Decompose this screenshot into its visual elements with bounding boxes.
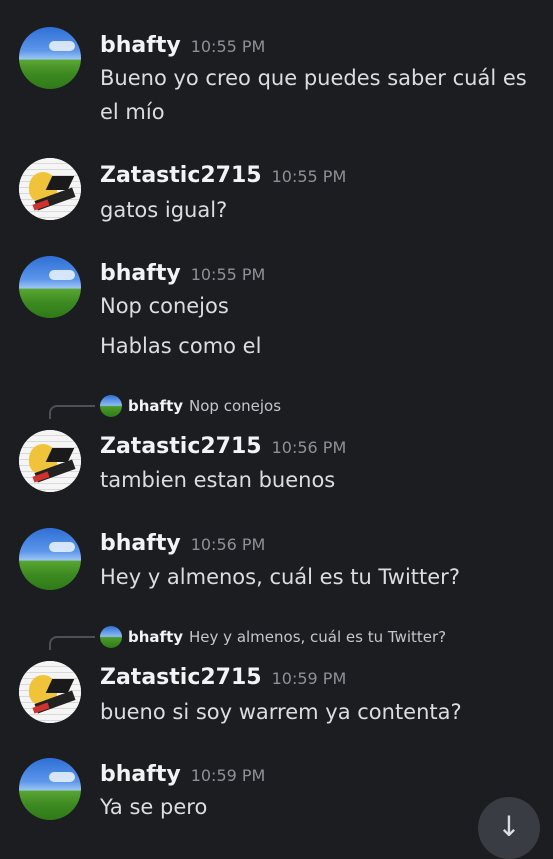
message-text: Ya se pero: [100, 795, 208, 819]
username[interactable]: Zatastic2715: [100, 665, 262, 690]
avatar[interactable]: [19, 758, 81, 820]
timestamp: 10:55 PM: [190, 37, 266, 56]
message-text: Hablas como el: [100, 334, 262, 358]
reply-author: bhafty: [128, 628, 184, 646]
message-text: Hey y almenos, cuál es tu Twitter?: [100, 565, 460, 589]
username[interactable]: bhafty: [100, 33, 181, 58]
message-text: tambien estan buenos: [100, 468, 336, 492]
message-text: el mío: [100, 100, 165, 124]
avatar[interactable]: [19, 661, 81, 723]
avatar[interactable]: [19, 430, 81, 492]
avatar[interactable]: [19, 27, 81, 89]
timestamp: 10:56 PM: [190, 535, 266, 554]
message-text: bueno si soy warrem ya contenta?: [100, 700, 462, 724]
avatar[interactable]: [19, 158, 81, 220]
message-text: gatos igual?: [100, 198, 228, 222]
message-text: Nop conejos: [100, 294, 229, 318]
reply-text: Nop conejos: [189, 397, 282, 415]
scroll-to-bottom-button[interactable]: ↓: [478, 797, 540, 859]
timestamp: 10:55 PM: [271, 167, 347, 186]
reply-preview[interactable]: bhafty Hey y almenos, cuál es tu Twitter?: [100, 626, 447, 648]
username[interactable]: bhafty: [100, 531, 181, 556]
timestamp: 10:55 PM: [190, 265, 266, 284]
reply-text: Hey y almenos, cuál es tu Twitter?: [189, 628, 447, 646]
reply-author: bhafty: [128, 397, 184, 415]
reply-connector: [49, 636, 95, 650]
username[interactable]: bhafty: [100, 261, 181, 286]
timestamp: 10:59 PM: [190, 766, 266, 785]
avatar[interactable]: [19, 528, 81, 590]
reply-preview[interactable]: bhafty Nop conejos: [100, 395, 282, 417]
username[interactable]: Zatastic2715: [100, 163, 262, 188]
reply-avatar: [100, 626, 122, 648]
username[interactable]: Zatastic2715: [100, 434, 262, 459]
username[interactable]: bhafty: [100, 762, 181, 787]
reply-avatar: [100, 395, 122, 417]
avatar[interactable]: [19, 256, 81, 318]
reply-connector: [49, 405, 95, 419]
timestamp: 10:59 PM: [271, 669, 347, 688]
timestamp: 10:56 PM: [271, 438, 347, 457]
message-text: Bueno yo creo que puedes saber cuál es: [100, 66, 527, 90]
arrow-down-icon: ↓: [497, 810, 521, 843]
